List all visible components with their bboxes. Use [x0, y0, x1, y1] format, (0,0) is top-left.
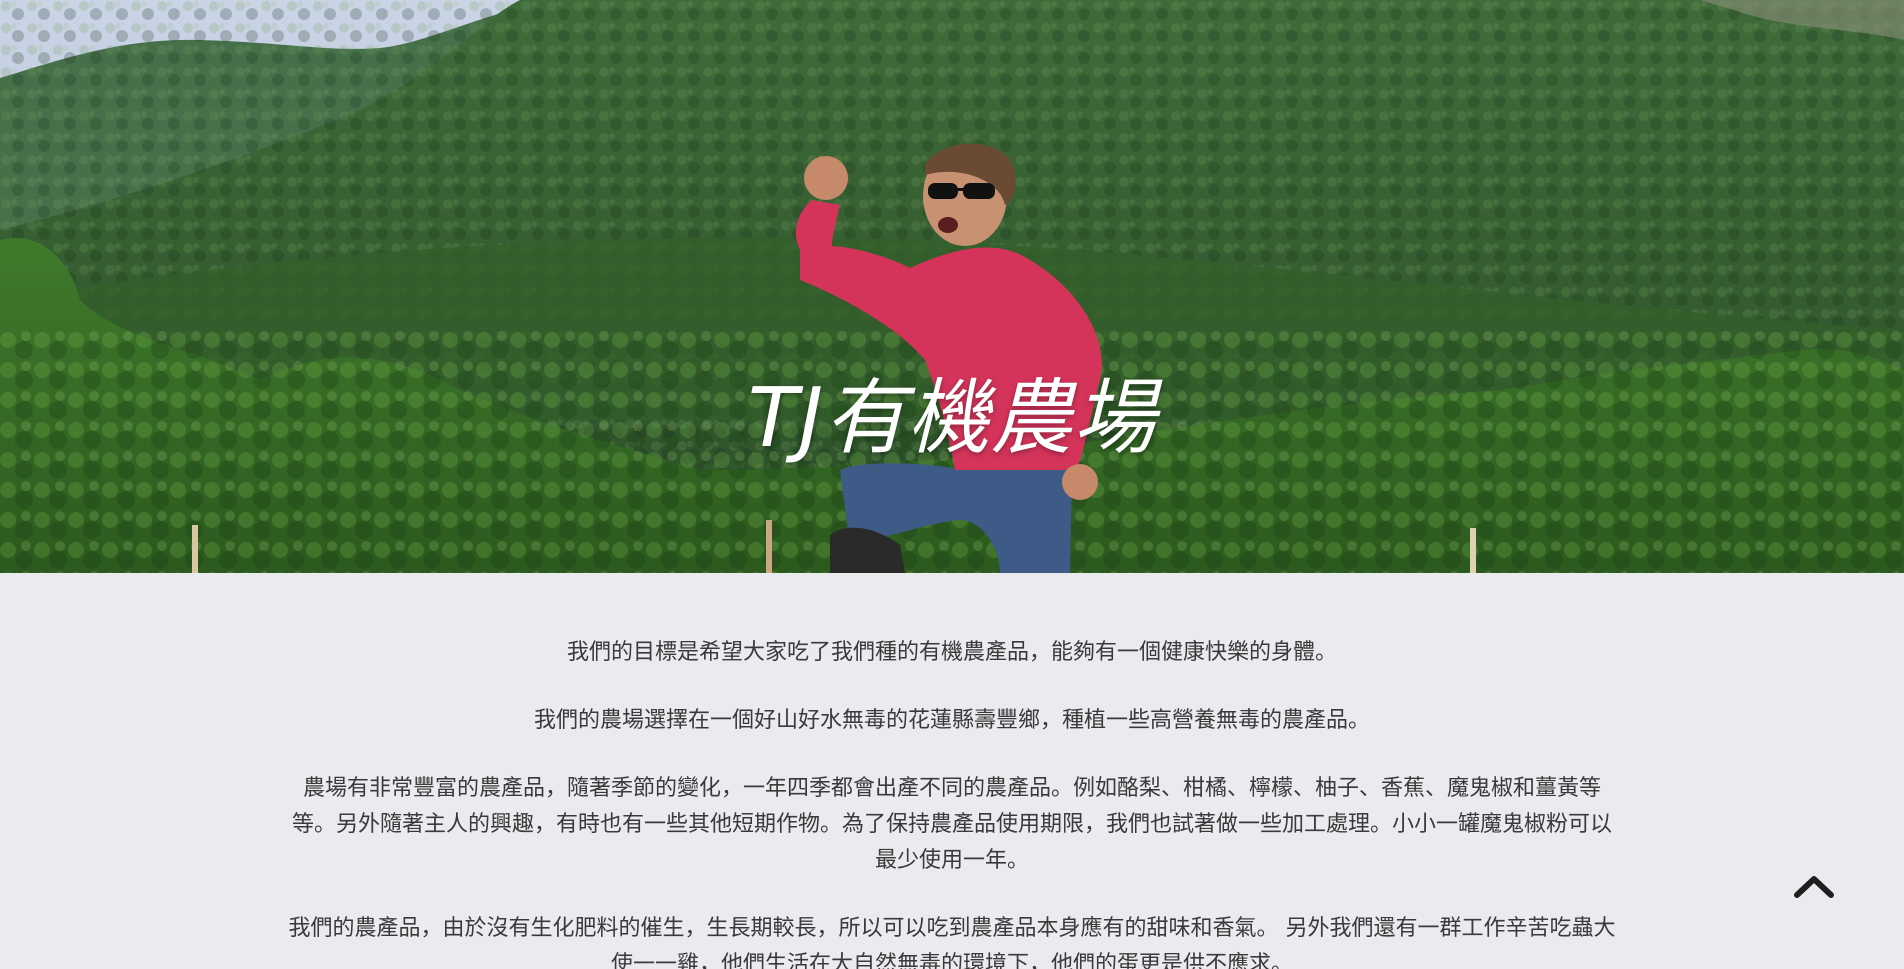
hero-photo	[0, 0, 1904, 573]
about-section: 我們的目標是希望大家吃了我們種的有機農產品，能夠有一個健康快樂的身體。 我們的農…	[0, 573, 1904, 969]
scroll-to-top-button[interactable]	[1790, 868, 1838, 904]
about-paragraph-goal: 我們的目標是希望大家吃了我們種的有機農產品，能夠有一個健康快樂的身體。	[566, 640, 1337, 665]
about-paragraph-location: 我們的農場選擇在一個好山好水無毒的花蓮縣壽豐鄉，種植一些高營養無毒的農產品。	[533, 708, 1370, 733]
chevron-up-icon	[1794, 876, 1834, 898]
about-paragraph-growing: 我們的農產品，由於沒有生化肥料的催生，生長期較長，所以可以吃到農產品本身應有的甜…	[288, 916, 1616, 969]
page: TJ有機農場 我們的目標是希望大家吃了我們種的有機農產品，能夠有一個健康快樂的身…	[0, 0, 1904, 969]
about-text: 我們的目標是希望大家吃了我們種的有機農產品，能夠有一個健康快樂的身體。 我們的農…	[282, 635, 1622, 969]
hero-banner: TJ有機農場	[0, 0, 1904, 573]
hero-title: TJ有機農場	[747, 371, 1157, 466]
about-paragraph-products: 農場有非常豐富的農產品，隨著季節的變化，一年四季都會出產不同的農產品。例如酪梨、…	[291, 776, 1612, 873]
